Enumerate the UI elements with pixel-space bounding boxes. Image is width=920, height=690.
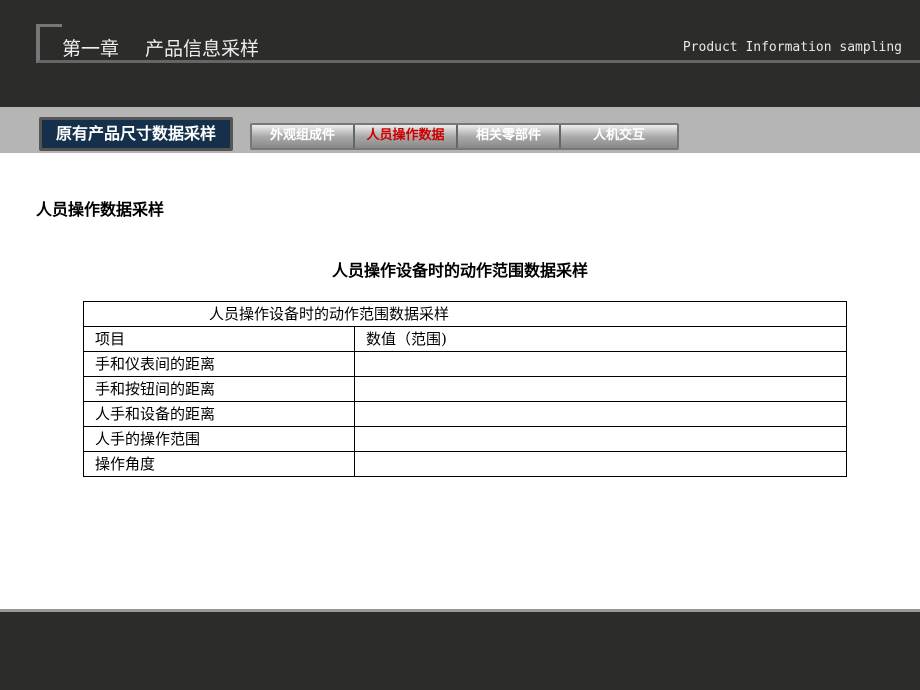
table-title: 人员操作设备时的动作范围数据采样 [83, 301, 847, 327]
row-value[interactable] [354, 451, 847, 477]
table-row: 人手和设备的距离 [83, 401, 847, 427]
section-title: 人员操作数据采样 [36, 200, 165, 219]
row-value[interactable] [354, 401, 847, 427]
chapter-name: 产品信息采样 [145, 38, 260, 60]
table-row: 人手的操作范围 [83, 426, 847, 452]
table-row: 操作角度 [83, 451, 847, 477]
nav-bar: 原有产品尺寸数据采样 外观组成件 人员操作数据 相关零部件 人机交互 [0, 107, 920, 153]
table-header-row: 项目 数值（范围) [83, 326, 847, 352]
header: 第一章 产品信息采样 Product Information sampling [0, 0, 920, 107]
tab-related-parts[interactable]: 相关零部件 [458, 125, 561, 148]
main-tab-label: 原有产品尺寸数据采样 [42, 120, 230, 148]
row-value[interactable] [354, 426, 847, 452]
table-caption: 人员操作设备时的动作范围数据采样 [331, 261, 588, 280]
tab-operation-data[interactable]: 人员操作数据 [355, 125, 458, 148]
row-item: 操作角度 [83, 451, 355, 477]
row-item: 手和仪表间的距离 [83, 351, 355, 377]
chapter-title: 第一章 产品信息采样 [62, 34, 259, 61]
data-table: 人员操作设备时的动作范围数据采样 项目 数值（范围) 手和仪表间的距离 手和按钮间… [83, 301, 847, 477]
row-item: 手和按钮间的距离 [83, 376, 355, 402]
row-value[interactable] [354, 376, 847, 402]
sub-tabs: 外观组成件 人员操作数据 相关零部件 人机交互 [250, 123, 679, 150]
header-item: 项目 [83, 326, 355, 352]
table-title-row: 人员操作设备时的动作范围数据采样 [83, 301, 847, 327]
main-tab[interactable]: 原有产品尺寸数据采样 [39, 117, 233, 151]
row-item: 人手和设备的距离 [83, 401, 355, 427]
table-row: 手和仪表间的距离 [83, 351, 847, 377]
tab-appearance[interactable]: 外观组成件 [252, 125, 355, 148]
row-value[interactable] [354, 351, 847, 377]
chapter-number: 第一章 [62, 38, 120, 60]
header-value: 数值（范围) [354, 326, 847, 352]
row-item: 人手的操作范围 [83, 426, 355, 452]
footer [0, 609, 920, 690]
tab-hci[interactable]: 人机交互 [561, 125, 677, 148]
english-title: Product Information sampling [682, 40, 902, 55]
table-row: 手和按钮间的距离 [83, 376, 847, 402]
